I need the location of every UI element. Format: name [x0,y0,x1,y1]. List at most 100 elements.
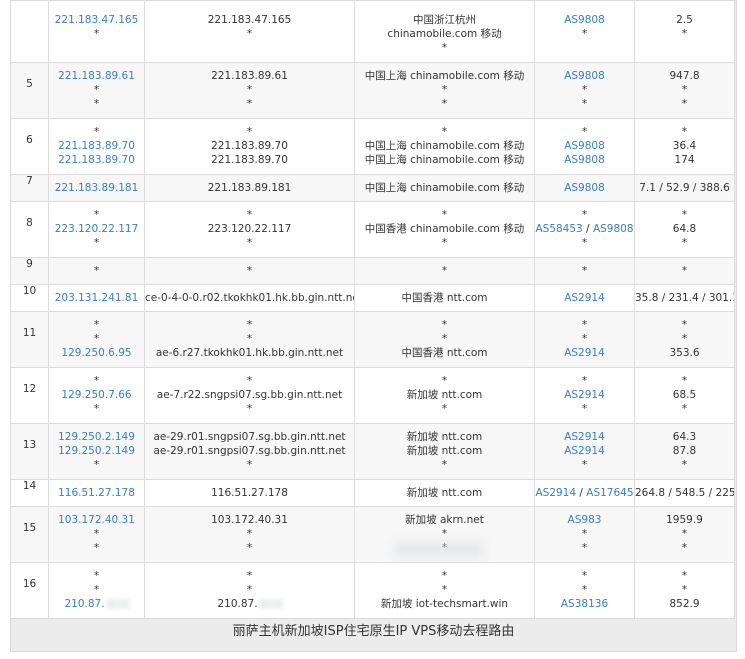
asn-link[interactable]: AS983 [568,514,602,526]
no-reply-mark: * [681,98,688,110]
asn-group: * [582,584,587,596]
no-reply-mark: * [581,570,588,582]
asn-link[interactable]: AS9808 [593,223,634,235]
location-text: 中国上海 chinamobile.com 移动 [364,182,525,194]
no-reply-mark: * [93,319,100,331]
no-reply-mark: * [93,84,100,96]
hostname-cell: 221.183.89.61 * * [144,62,355,119]
ip-link[interactable]: 129.250.7.66 [61,389,131,401]
location-cell: 中国上海 chinamobile.com 移动 * * [354,62,535,119]
asn-group: * [582,84,587,96]
ip-link[interactable]: 103.172.40.31 [58,514,135,526]
ip-cell: 221.183.47.165 * [48,0,145,63]
asn-group: * [582,542,587,554]
ip-link[interactable]: 223.120.22.117 [55,223,139,235]
asn-link[interactable]: AS17645 [586,487,633,499]
asn-link[interactable]: AS9808 [564,70,605,82]
redaction-blur [259,599,282,609]
asn-link[interactable]: AS2914 [564,389,605,401]
ip-link[interactable]: 221.183.89.70 [58,154,135,166]
location-text: 新加坡 ntt.com [406,431,483,443]
no-reply-mark: * [246,126,253,138]
ip-cell: * [48,257,145,285]
no-reply-mark: * [246,403,253,415]
hostname-text: 221.183.89.70 [211,154,288,166]
location-cell: * * 中国香港 ntt.com [354,311,535,368]
ip-cell: 221.183.89.61 * * [48,62,145,119]
no-reply-mark: * [93,542,100,554]
ip-link[interactable]: 210.87. [64,598,104,610]
hostname-text: ae-29.r01.sngpsi07.sg.bb.gin.ntt.net [153,431,346,443]
asn-group: AS2914 [564,389,605,401]
hostname-cell: ce-0-4-0-0.r02.tkokhk01.hk.bb.gin.ntt.ne… [144,284,355,312]
asn-link[interactable]: AS9808 [564,182,605,194]
no-reply-mark: * [581,584,588,596]
no-reply-mark: * [93,584,100,596]
traceroute-body: 221.183.47.165 * 221.183.47.165 * 中国浙江杭州 chi… [10,0,735,619]
no-reply-mark: * [93,403,100,415]
asn-link[interactable]: AS2914 [536,487,577,499]
asn-group: AS2914 [564,431,605,443]
no-reply-mark: * [441,528,448,540]
no-reply-mark: * [93,459,100,471]
location-text: 中国香港 ntt.com [401,347,488,359]
hostname-text: ce-0-4-0-0.r02.tkokhk01.hk.bb.gin.ntt.ne… [145,292,355,304]
latency-cell: 64.3 87.8 * [634,423,735,480]
redaction-blur [106,599,129,609]
hostname-text: 221.183.47.165 [207,14,292,26]
latency-text: 35.8 / 231.4 / 301.1 [635,292,735,304]
latency-cell: 947.8 * * [634,62,735,119]
asn-link[interactable]: AS9808 [564,154,605,166]
hop-row: 13 129.250.2.149 129.250.2.149 * ae-29.r01.s… [10,423,735,480]
asn-link[interactable]: AS58453 [536,223,583,235]
ip-link[interactable]: 221.183.89.70 [58,140,135,152]
asn-link[interactable]: AS9808 [564,140,605,152]
hop-number: 9 [10,257,49,285]
asn-link[interactable]: AS38136 [561,598,608,610]
no-reply-mark: * [581,403,588,415]
hop-row: 8 * 223.120.22.117 * * 223.120.22.117 * * 中国香港 c… [10,201,735,258]
no-reply-mark: * [93,209,100,221]
asn-link[interactable]: AS9808 [564,14,605,26]
hop-number [10,0,49,63]
location-text: 新加坡 ntt.com [406,389,483,401]
ip-cell: 129.250.2.149 129.250.2.149 * [48,423,145,480]
no-reply-mark: * [681,375,688,387]
ip-link[interactable]: 221.183.89.61 [58,70,135,82]
ip-link[interactable]: 129.250.2.149 [58,431,135,443]
latency-text: 87.8 [672,445,697,457]
no-reply-mark: * [441,209,448,221]
hop-number: 5 [10,62,49,119]
no-reply-mark: * [441,570,448,582]
ip-link[interactable]: 129.250.6.95 [61,347,131,359]
location-cell: 新加坡 ntt.com [354,479,535,507]
ip-link[interactable]: 221.183.47.165 [55,14,139,26]
ip-link[interactable]: 116.51.27.178 [58,487,135,499]
ip-cell: 203.131.241.81 [48,284,145,312]
no-reply-mark: * [581,237,588,249]
asn-link[interactable]: AS2914 [564,347,605,359]
hostname-cell: * [144,257,355,285]
asn-group: * [582,98,587,110]
hostname-text: ae-7.r22.sngpsi07.sg.bb.gin.ntt.net [156,389,343,401]
latency-text: 7.1 / 52.9 / 388.6 [639,182,730,194]
ip-link[interactable]: 221.183.89.181 [55,182,139,194]
ip-cell: * * 129.250.6.95 [48,311,145,368]
asn-cell: AS9808 * [534,0,635,63]
hop-row: 15 103.172.40.31 * * 103.172.40.31 * * 新加坡 akrn… [10,506,735,563]
asn-group: * [582,319,587,331]
location-text: 新加坡 iot-techsmart.win [380,598,509,610]
redaction-smudge [394,542,484,558]
location-cell: 新加坡 ntt.com 新加坡 ntt.com * [354,423,535,480]
asn-cell: * AS9808 AS9808 [534,118,635,175]
no-reply-mark: * [93,126,100,138]
no-reply-mark: * [246,542,253,554]
asn-link[interactable]: AS2914 [564,445,605,457]
asn-link[interactable]: AS2914 [564,431,605,443]
ip-link[interactable]: 129.250.2.149 [58,445,135,457]
hop-number: 12 [10,367,49,424]
location-text: 中国浙江杭州 chinamobile.com 移动 [387,14,502,40]
ip-link[interactable]: 203.131.241.81 [55,292,139,304]
latency-text: 2.5 [676,14,693,26]
asn-link[interactable]: AS2914 [564,292,605,304]
